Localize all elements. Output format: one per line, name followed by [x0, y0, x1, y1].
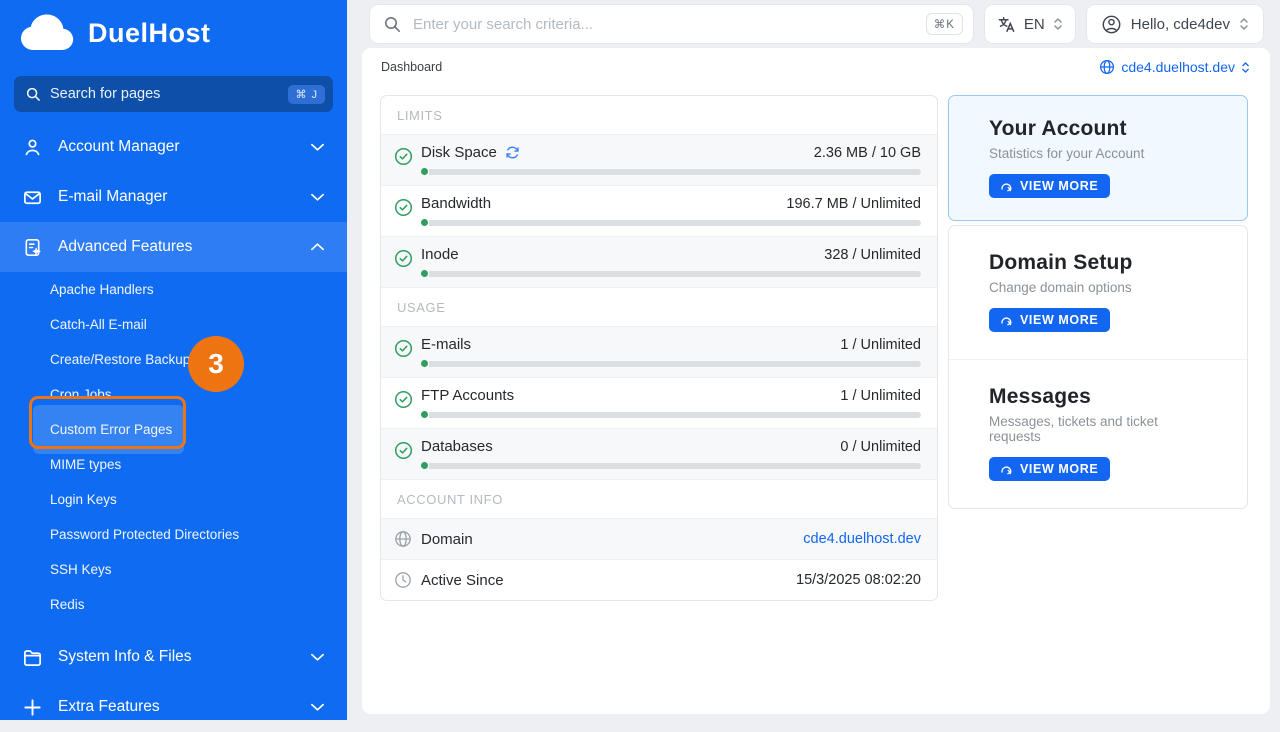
chevron-down-icon: [310, 652, 325, 662]
plus-icon: [22, 697, 43, 718]
search-icon: [384, 16, 401, 33]
section-header-usage: USAGE: [381, 288, 937, 327]
sidebar-nav: Account Manager E-mail Manager Advanced …: [0, 122, 347, 732]
stats-card: LIMITS Disk Space 2.36 MB / 10 GB: [380, 95, 938, 601]
global-search-placeholder: Enter your search criteria...: [413, 16, 926, 33]
sidebar-item-extra-features[interactable]: Extra Features: [0, 682, 347, 732]
card-title: Domain Setup: [989, 251, 1207, 275]
brand-logo[interactable]: DuelHost: [0, 0, 347, 62]
messages-card: Messages Messages, tickets and ticket re…: [949, 359, 1247, 508]
external-arrow-icon: [999, 313, 1013, 327]
submenu-item-login-keys[interactable]: Login Keys: [0, 482, 347, 517]
view-more-button[interactable]: VIEW MORE: [989, 174, 1110, 198]
external-arrow-icon: [999, 179, 1013, 193]
user-greeting: Hello, cde4dev: [1131, 16, 1230, 33]
your-account-card: Your Account Statistics for your Account…: [948, 95, 1248, 221]
chevron-down-icon: [310, 192, 325, 202]
select-chevrons-icon: [1241, 61, 1250, 74]
main-panel: Dashboard cde4.duelhost.dev LIMITS Disk …: [362, 48, 1270, 714]
check-circle-icon: [394, 144, 421, 175]
submenu-item-ssh-keys[interactable]: SSH Keys: [0, 552, 347, 587]
submenu-item-mime-types[interactable]: MIME types: [0, 447, 347, 482]
sidebar-item-system-info-files[interactable]: System Info & Files: [0, 632, 347, 682]
card-subtitle: Change domain options: [989, 280, 1207, 295]
user-icon: [22, 137, 43, 158]
progress-bar: [421, 270, 921, 277]
chevron-down-icon: [310, 142, 325, 152]
refresh-icon[interactable]: [505, 145, 520, 160]
brand-name: DuelHost: [88, 18, 211, 49]
language-label: EN: [1024, 16, 1045, 33]
external-arrow-icon: [999, 462, 1013, 476]
language-selector[interactable]: EN: [985, 5, 1075, 43]
globe-icon: [394, 530, 421, 548]
progress-bar: [421, 219, 921, 226]
submenu-item-custom-error-pages[interactable]: Custom Error Pages: [0, 412, 347, 447]
check-circle-icon: [394, 336, 421, 367]
check-circle-icon: [394, 246, 421, 277]
section-header-account-info: ACCOUNT INFO: [381, 480, 937, 519]
sidebar-item-advanced-features[interactable]: Advanced Features: [0, 222, 347, 272]
check-circle-icon: [394, 438, 421, 469]
section-header-limits: LIMITS: [381, 96, 937, 135]
stat-row-inode: Inode 328 / Unlimited: [381, 237, 937, 288]
shortcut-badge: ⌘ J: [288, 85, 325, 104]
globe-icon: [1099, 59, 1115, 75]
chevron-down-icon: [310, 702, 325, 712]
folder-icon: [22, 647, 43, 668]
progress-bar: [421, 168, 921, 175]
stat-row-databases: Databases 0 / Unlimited: [381, 429, 937, 480]
clock-icon: [394, 571, 421, 589]
shortcut-cards: Domain Setup Change domain options VIEW …: [948, 225, 1248, 509]
view-more-button[interactable]: VIEW MORE: [989, 457, 1110, 481]
view-more-button[interactable]: VIEW MORE: [989, 308, 1110, 332]
card-subtitle: Statistics for your Account: [989, 146, 1207, 161]
card-title: Your Account: [989, 117, 1207, 141]
submenu-item-password-protected-directories[interactable]: Password Protected Directories: [0, 517, 347, 552]
stat-row-ftp-accounts: FTP Accounts 1 / Unlimited: [381, 378, 937, 429]
info-row-active-since: Active Since 15/3/2025 08:02:20: [381, 560, 937, 600]
check-circle-icon: [394, 387, 421, 418]
card-subtitle: Messages, tickets and ticket requests: [989, 414, 1207, 444]
advanced-features-submenu: Apache Handlers Catch-All E-mail Create/…: [0, 272, 347, 622]
right-column: Your Account Statistics for your Account…: [948, 95, 1248, 601]
sidebar-search-placeholder: Search for pages: [50, 86, 288, 102]
progress-bar: [421, 462, 921, 469]
domain-setup-card: Domain Setup Change domain options VIEW …: [949, 226, 1247, 359]
card-title: Messages: [989, 385, 1207, 409]
sidebar-search-input[interactable]: Search for pages ⌘ J: [14, 76, 333, 112]
sidebar: DuelHost Search for pages ⌘ J Account Ma…: [0, 0, 347, 720]
document-gear-icon: [22, 237, 43, 258]
sidebar-item-email-manager[interactable]: E-mail Manager: [0, 172, 347, 222]
progress-bar: [421, 411, 921, 418]
user-menu[interactable]: Hello, cde4dev: [1087, 5, 1263, 43]
select-chevrons-icon: [1053, 17, 1063, 31]
submenu-item-apache-handlers[interactable]: Apache Handlers: [0, 272, 347, 307]
shortcut-badge: ⌘K: [926, 13, 963, 35]
stat-row-emails: E-mails 1 / Unlimited: [381, 327, 937, 378]
submenu-item-catch-all-email[interactable]: Catch-All E-mail: [0, 307, 347, 342]
search-icon: [26, 87, 41, 102]
submenu-item-redis[interactable]: Redis: [0, 587, 347, 622]
stat-row-bandwidth: Bandwidth 196.7 MB / Unlimited: [381, 186, 937, 237]
select-chevrons-icon: [1239, 17, 1249, 31]
breadcrumb: Dashboard: [381, 60, 442, 74]
envelope-icon: [22, 187, 43, 208]
topbar: Enter your search criteria... ⌘K EN Hell…: [362, 0, 1280, 48]
translate-icon: [997, 15, 1016, 34]
sidebar-item-account-manager[interactable]: Account Manager: [0, 122, 347, 172]
domain-selector-value: cde4.duelhost.dev: [1121, 59, 1235, 75]
info-row-domain: Domain cde4.duelhost.dev: [381, 519, 937, 560]
global-search-input[interactable]: Enter your search criteria... ⌘K: [370, 5, 973, 43]
stat-row-disk-space: Disk Space 2.36 MB / 10 GB: [381, 135, 937, 186]
check-circle-icon: [394, 195, 421, 226]
chevron-up-icon: [310, 242, 325, 252]
cloud-logo-icon: [16, 10, 78, 56]
submenu-item-create-restore-backups[interactable]: Create/Restore Backups: [0, 342, 347, 377]
breadcrumb-row: Dashboard cde4.duelhost.dev: [362, 48, 1270, 86]
user-circle-icon: [1101, 14, 1122, 35]
domain-selector[interactable]: cde4.duelhost.dev: [1099, 59, 1250, 75]
progress-bar: [421, 360, 921, 367]
domain-link[interactable]: cde4.duelhost.dev: [803, 531, 921, 547]
